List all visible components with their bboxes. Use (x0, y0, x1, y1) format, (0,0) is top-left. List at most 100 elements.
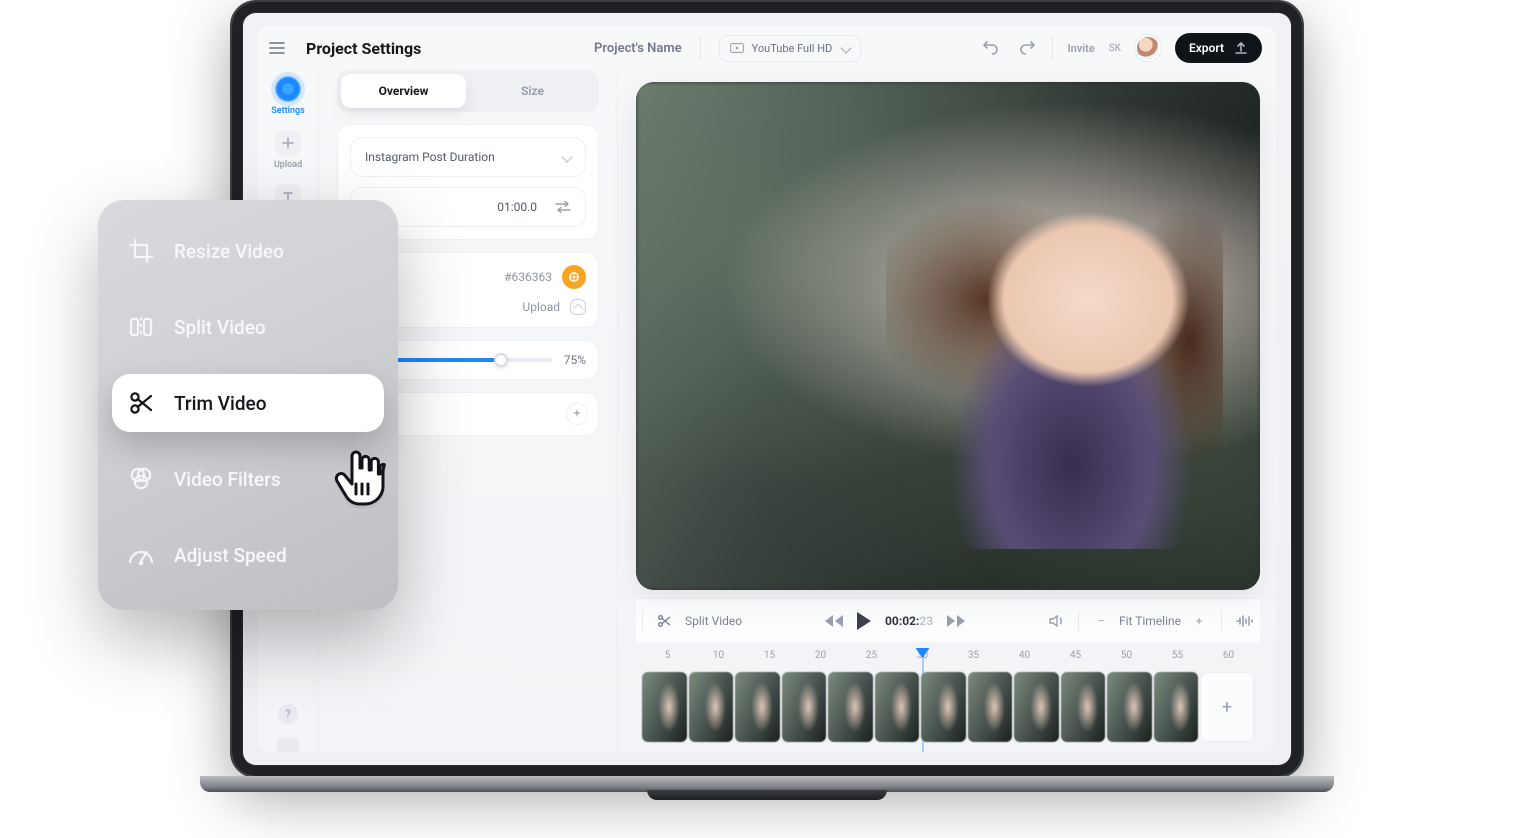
tab-overview[interactable]: Overview (341, 74, 466, 108)
clip-thumb[interactable] (921, 672, 966, 742)
timeline-ruler[interactable]: 51015202530354045505560 (642, 650, 1254, 668)
zoom-out-button[interactable]: − (1093, 613, 1109, 629)
swap-icon[interactable] (555, 201, 571, 213)
tool-split-video[interactable]: Split Video (112, 298, 384, 356)
ruler-tick: 10 (713, 650, 724, 661)
fit-timeline: − Fit Timeline + (1093, 613, 1207, 629)
clip-thumb[interactable] (1154, 672, 1199, 742)
keyboard-icon[interactable] (277, 738, 299, 752)
panel-title: Project Settings (306, 39, 421, 58)
ruler-tick: 25 (866, 650, 877, 661)
clip-thumb[interactable] (828, 672, 873, 742)
add-clip-button[interactable]: + (1200, 672, 1254, 742)
ruler-tick: 50 (1121, 650, 1132, 661)
tool-adjust-speed[interactable]: Adjust Speed (112, 526, 384, 584)
scissors-icon (657, 614, 671, 628)
tool-label: Video Filters (174, 468, 281, 491)
clip-thumb[interactable] (1107, 672, 1152, 742)
upload-icon (570, 299, 586, 315)
tool-label: Resize Video (174, 240, 284, 263)
clip-thumb[interactable] (642, 672, 687, 742)
tool-resize-video[interactable]: Resize Video (112, 222, 384, 280)
body: Settings Upload ? (258, 70, 1276, 752)
clip-thumb[interactable] (968, 672, 1013, 742)
avatar[interactable] (1135, 35, 1161, 61)
ruler-tick: 15 (764, 650, 775, 661)
color-swatch[interactable] (562, 265, 586, 289)
fit-timeline-button[interactable]: Fit Timeline (1119, 614, 1181, 628)
upload-label: Upload (522, 300, 560, 314)
divider (700, 36, 701, 60)
crop-icon (126, 236, 156, 266)
panel-tabs: Overview Size (337, 70, 599, 112)
user-initials: SK (1109, 43, 1121, 54)
tool-label: Adjust Speed (174, 544, 287, 567)
plus-icon (275, 130, 301, 156)
ruler-tick: 5 (665, 650, 671, 661)
rail-label: Settings (271, 106, 305, 116)
export-button[interactable]: Export (1175, 33, 1262, 63)
ruler-tick: 40 (1019, 650, 1030, 661)
speed-icon (126, 540, 156, 570)
tool-label: Trim Video (174, 392, 267, 415)
rewind-button[interactable] (825, 615, 843, 627)
help-button[interactable]: ? (278, 704, 298, 724)
transport-bar: Split Video 00:02:23 − F (636, 598, 1260, 642)
sparkle-icon[interactable] (566, 403, 588, 425)
timeline-strip[interactable]: + (642, 672, 1254, 742)
split-icon (126, 312, 156, 342)
zoom-in-button[interactable]: + (1191, 613, 1207, 629)
clip-thumb[interactable] (875, 672, 920, 742)
ruler-tick: 20 (815, 650, 826, 661)
output-format-label: YouTube Full HD (752, 42, 833, 55)
tool-label: Split Video (174, 316, 266, 339)
export-label: Export (1189, 41, 1224, 55)
output-format-select[interactable]: YouTube Full HD (719, 35, 862, 62)
tab-size[interactable]: Size (470, 74, 595, 108)
ruler-tick: 45 (1070, 650, 1081, 661)
divider (1221, 611, 1222, 631)
cursor-hand-icon (330, 450, 386, 510)
youtube-icon (730, 43, 744, 53)
undo-button[interactable] (980, 37, 1002, 59)
divider (642, 611, 643, 631)
main: Split Video 00:02:23 − F (618, 70, 1276, 752)
waveform-icon[interactable] (1236, 615, 1254, 627)
clip-thumb[interactable] (689, 672, 734, 742)
clip-thumb[interactable] (735, 672, 780, 742)
clip-thumb[interactable] (1014, 672, 1059, 742)
chevron-down-icon (561, 151, 572, 162)
tool-trim-video[interactable]: Trim Video (112, 374, 384, 432)
duration-value: 01:00.0 (497, 200, 537, 214)
ruler-tick: 35 (968, 650, 979, 661)
upload-icon (1234, 41, 1248, 55)
project-name-field[interactable]: Project's Name (594, 41, 682, 56)
duration-preset-select[interactable]: Instagram Post Duration (350, 137, 586, 177)
tools-popover: Resize Video Split Video Trim Video Vide… (98, 200, 398, 610)
forward-button[interactable] (947, 615, 965, 627)
timecode: 00:02:23 (885, 614, 933, 628)
settings-icon (275, 76, 301, 102)
app: Project Settings Project's Name YouTube … (258, 26, 1276, 752)
divider (1052, 36, 1053, 60)
slider-percent: 75% (564, 353, 586, 367)
volume-icon[interactable] (1048, 614, 1064, 628)
preview-subject (886, 133, 1223, 550)
clip-thumb[interactable] (782, 672, 827, 742)
rail-label: Upload (274, 160, 302, 170)
clip-thumb[interactable] (1061, 672, 1106, 742)
split-video-button[interactable]: Split Video (685, 614, 742, 628)
menu-icon[interactable] (264, 35, 290, 61)
duration-preset-label: Instagram Post Duration (365, 150, 495, 164)
video-preview[interactable] (636, 82, 1260, 590)
rail-item-settings[interactable]: Settings (271, 76, 305, 116)
topbar: Project Settings Project's Name YouTube … (258, 26, 1276, 70)
invite-button[interactable]: Invite (1067, 42, 1094, 55)
ruler-tick: 60 (1223, 650, 1234, 661)
rail-item-upload[interactable]: Upload (274, 130, 302, 170)
scissors-icon (126, 388, 156, 418)
redo-button[interactable] (1016, 37, 1038, 59)
color-hex[interactable]: #636363 (504, 270, 552, 284)
chevron-down-icon (841, 42, 852, 53)
play-button[interactable] (857, 612, 871, 630)
